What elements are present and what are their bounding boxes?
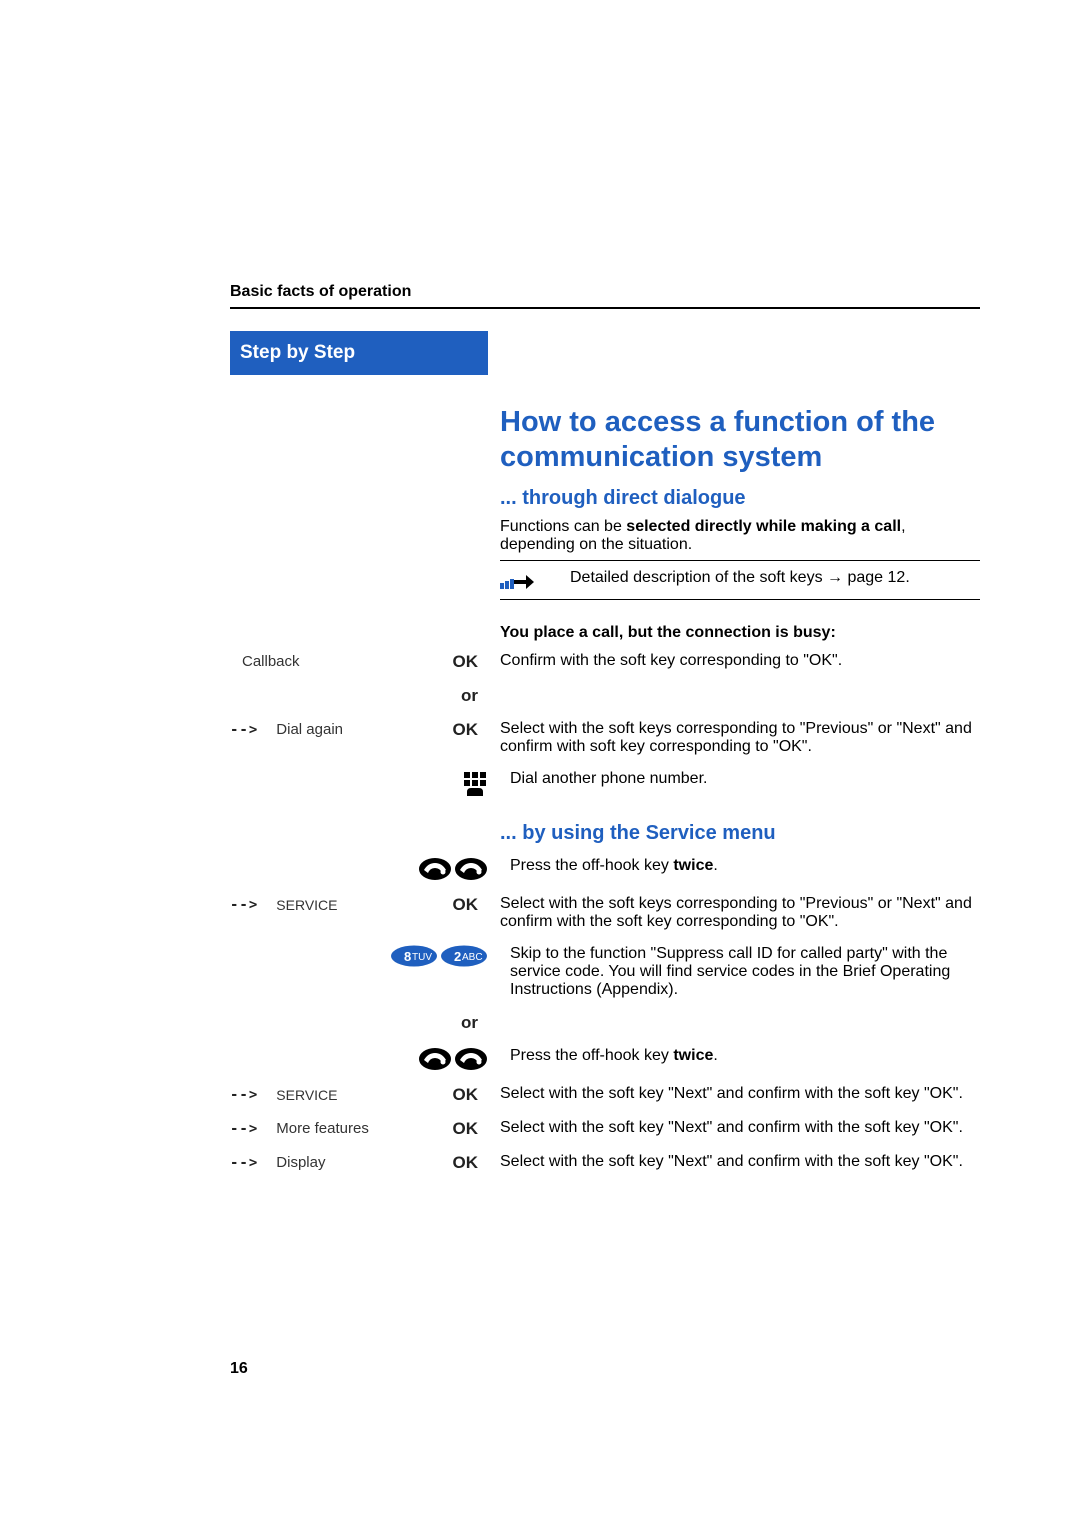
step-left: --> SERVICE OK xyxy=(230,1085,488,1105)
section2-title: ... by using the Service menu xyxy=(500,822,980,845)
offhook-icon xyxy=(418,1047,452,1071)
step-left: --> More features OK xyxy=(230,1119,488,1139)
section1-subhead: You place a call, but the connection is … xyxy=(500,624,980,642)
note-box: Detailed description of the soft keys → … xyxy=(500,560,980,600)
arrow-icon: --> xyxy=(230,1155,258,1171)
ok-label: OK xyxy=(453,720,479,740)
phone-key-8-icon: 8TUV xyxy=(390,945,438,967)
step-or: or xyxy=(230,1013,488,1033)
step-text: Press the off-hook key twice. xyxy=(498,857,980,875)
header-rule xyxy=(230,307,980,309)
ok-label: OK xyxy=(453,1153,479,1173)
step-text: Skip to the function "Suppress call ID f… xyxy=(498,945,980,999)
arrow-icon: --> xyxy=(230,1087,258,1103)
step-text: Select with the soft key "Next" and conf… xyxy=(488,1085,980,1103)
keypad-icon xyxy=(462,770,488,796)
main-heading: How to access a function of the communic… xyxy=(500,405,980,475)
svg-text:8: 8 xyxy=(404,949,411,964)
svg-text:ABC: ABC xyxy=(462,952,483,963)
ok-label: OK xyxy=(453,1119,479,1139)
step-left xyxy=(230,770,498,796)
ok-label: OK xyxy=(453,652,479,672)
step-left xyxy=(230,1047,498,1071)
step-or: or xyxy=(230,686,488,706)
step-text: Select with the soft keys corresponding … xyxy=(488,720,980,756)
step-text: Press the off-hook key twice. xyxy=(498,1047,980,1065)
step-text: Select with the soft keys corresponding … xyxy=(488,895,980,931)
offhook-icon xyxy=(454,1047,488,1071)
page-number: 16 xyxy=(230,1360,248,1378)
svg-text:2: 2 xyxy=(454,949,461,964)
ok-label: OK xyxy=(453,895,479,915)
section1-intro: Functions can be selected directly while… xyxy=(500,518,980,554)
ok-label: OK xyxy=(453,1085,479,1105)
step-left: --> Display OK xyxy=(230,1153,488,1173)
step-text: Confirm with the soft key corresponding … xyxy=(488,652,980,670)
offhook-icon xyxy=(418,857,452,881)
arrow-icon: --> xyxy=(230,1121,258,1137)
step-by-step-banner: Step by Step xyxy=(230,331,488,375)
step-left xyxy=(230,857,498,881)
arrow-icon: --> xyxy=(230,722,258,738)
arrow-icon: --> xyxy=(230,897,258,913)
step-left: 8TUV 2ABC xyxy=(230,945,498,967)
step-left: Callback OK xyxy=(230,652,488,672)
step-left: --> Dial again OK xyxy=(230,720,488,740)
running-header: Basic facts of operation xyxy=(230,283,980,301)
note-icon xyxy=(500,569,534,591)
step-text: Select with the soft key "Next" and conf… xyxy=(488,1153,980,1171)
section1-title: ... through direct dialogue xyxy=(500,487,980,510)
svg-text:TUV: TUV xyxy=(412,952,432,963)
step-text: Select with the soft key "Next" and conf… xyxy=(488,1119,980,1137)
step-text: Dial another phone number. xyxy=(498,770,980,788)
phone-key-2-icon: 2ABC xyxy=(440,945,488,967)
step-left: --> SERVICE OK xyxy=(230,895,488,915)
offhook-icon xyxy=(454,857,488,881)
